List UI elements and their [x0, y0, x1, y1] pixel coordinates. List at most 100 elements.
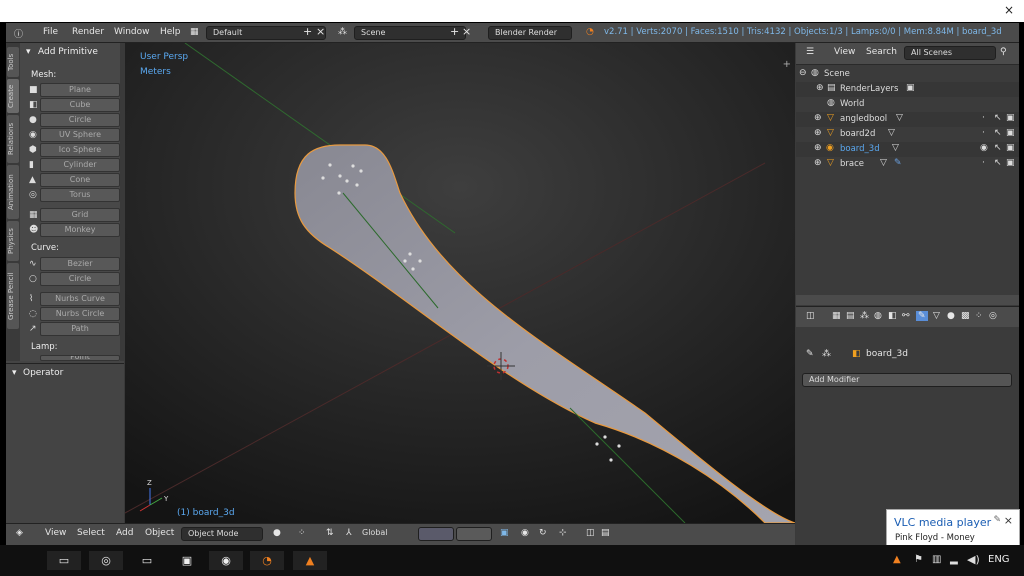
scene-tab-icon[interactable]: ⁂: [860, 311, 869, 321]
expand-icon[interactable]: ⊕: [814, 158, 822, 168]
panel-title[interactable]: Add Primitive: [38, 47, 98, 57]
select-arrow-icon[interactable]: ↖: [994, 113, 1002, 123]
render-toggle-icon[interactable]: ▣: [1006, 128, 1015, 138]
expand-icon[interactable]: ⊕: [814, 143, 822, 153]
add-monkey-button[interactable]: Monkey: [40, 223, 120, 237]
add-modifier-select[interactable]: Add Modifier: [802, 373, 1012, 387]
operator-title[interactable]: Operator: [23, 368, 63, 378]
outliner-editor-icon[interactable]: ☰: [806, 47, 814, 57]
outliner-filter-select[interactable]: All Scenes: [904, 46, 996, 60]
chrome-icon[interactable]: ◎: [89, 551, 123, 570]
outliner-row[interactable]: ⊕ ▤ RenderLayers ▣: [796, 82, 1019, 97]
pivot-icon[interactable]: ⁘: [298, 528, 306, 538]
mode-select[interactable]: Object Mode: [181, 527, 263, 541]
tab-relations[interactable]: Relations: [7, 115, 19, 163]
info-editor-icon[interactable]: ⓘ: [14, 27, 23, 40]
render-toggle-icon[interactable]: ▣: [1006, 158, 1015, 168]
outliner-search-menu[interactable]: Search: [866, 47, 897, 57]
menu-add[interactable]: Add: [116, 528, 133, 538]
vlc-tray-icon[interactable]: ▲: [893, 554, 901, 565]
terminal-icon[interactable]: ▣: [170, 551, 204, 570]
tab-animation[interactable]: Animation: [7, 165, 19, 219]
material-tab-icon[interactable]: ●: [947, 311, 955, 321]
flag-tray-icon[interactable]: ⚑: [914, 554, 923, 565]
menu-render[interactable]: Render: [72, 27, 104, 37]
menu-select[interactable]: Select: [77, 528, 105, 538]
outliner-row[interactable]: ⊕ ▽ board2d ▽ · ↖ ▣: [796, 127, 1019, 142]
file-explorer-icon[interactable]: ▭: [47, 551, 81, 570]
settings-wrench-icon[interactable]: ✎: [993, 515, 1001, 525]
outliner-row[interactable]: ⊖ ◍ Scene: [796, 67, 1019, 82]
orientation-select[interactable]: Global: [356, 527, 412, 541]
visibility-icon[interactable]: ·: [982, 158, 985, 168]
tool-shelf-scrollbar[interactable]: [120, 43, 124, 361]
outliner-view-menu[interactable]: View: [834, 47, 855, 57]
expand-icon[interactable]: ⊕: [814, 128, 822, 138]
close-icon[interactable]: ×: [1004, 3, 1014, 17]
computer-icon[interactable]: ▭: [130, 551, 164, 570]
menu-window[interactable]: Window: [114, 27, 150, 37]
expand-icon[interactable]: ⊕: [816, 83, 824, 93]
proportional-edit-icon[interactable]: ◉: [521, 528, 529, 538]
outliner-scroll-strip[interactable]: [796, 295, 1019, 305]
shading-icon[interactable]: ●: [273, 528, 281, 538]
outliner-row[interactable]: ⊕ ▽ angledbool ▽ · ↖ ▣: [796, 112, 1019, 127]
modifiers-tab-icon[interactable]: ✎: [916, 311, 928, 321]
add-cylinder-button[interactable]: Cylinder: [40, 158, 120, 172]
layout-icon[interactable]: ▦: [190, 27, 199, 37]
eye-icon[interactable]: ◉: [980, 143, 988, 153]
render-toggle-icon[interactable]: ▣: [1006, 113, 1015, 123]
add-bezier-button[interactable]: Bezier: [40, 257, 120, 271]
tab-physics[interactable]: Physics: [7, 221, 19, 261]
add-cone-button[interactable]: Cone: [40, 173, 120, 187]
manipulator-icon[interactable]: ⇅: [326, 528, 334, 538]
add-path-button[interactable]: Path: [40, 322, 120, 336]
blender-taskbar-icon[interactable]: ◔: [250, 551, 284, 570]
lock-layers-icon[interactable]: ▣: [500, 528, 509, 538]
add-cube-button[interactable]: Cube: [40, 98, 120, 112]
layers-tab-icon[interactable]: ▤: [846, 311, 855, 321]
select-arrow-icon[interactable]: ↖: [994, 128, 1002, 138]
operator-collapse-icon[interactable]: ▾: [12, 368, 17, 378]
menu-object[interactable]: Object: [145, 528, 174, 538]
physics-tab-icon[interactable]: ◎: [989, 311, 997, 321]
expand-icon[interactable]: ⊕: [814, 113, 822, 123]
add-grid-button[interactable]: Grid: [40, 208, 120, 222]
tab-tools[interactable]: Tools: [7, 47, 19, 77]
add-uv-sphere-button[interactable]: UV Sphere: [40, 128, 120, 142]
search-icon[interactable]: ⚲: [1000, 47, 1007, 57]
vlc-taskbar-icon[interactable]: ▲: [293, 551, 327, 570]
layers-grid-1[interactable]: [418, 527, 454, 541]
outliner-row[interactable]: ◍ World: [796, 97, 1019, 112]
pin-icon[interactable]: ✎: [806, 349, 814, 359]
add-circle-button[interactable]: Circle: [40, 113, 120, 127]
select-arrow-icon[interactable]: ↖: [994, 143, 1002, 153]
add-curve-circle-button[interactable]: Circle: [40, 272, 120, 286]
add-point-lamp-button[interactable]: Point: [40, 355, 120, 361]
scene-icon[interactable]: ⁂: [338, 27, 347, 37]
data-tab-icon[interactable]: ▽: [933, 311, 940, 321]
network-icon[interactable]: ▂: [950, 554, 958, 565]
render-anim-icon[interactable]: ▤: [601, 528, 610, 538]
remove-scene-icon[interactable]: ×: [462, 25, 471, 38]
tab-create[interactable]: Create: [7, 79, 19, 113]
tab-grease-pencil[interactable]: Grease Pencil: [7, 263, 19, 329]
visibility-icon[interactable]: ·: [982, 128, 985, 138]
menu-view[interactable]: View: [45, 528, 66, 538]
vlc-notification[interactable]: VLC media player Pink Floyd - Money ✎ ×: [886, 509, 1020, 548]
remove-layout-icon[interactable]: ×: [316, 25, 325, 38]
steam-icon[interactable]: ◉: [209, 551, 243, 570]
render-tab-icon[interactable]: ▦: [832, 311, 841, 321]
add-torus-button[interactable]: Torus: [40, 188, 120, 202]
object-tab-icon[interactable]: ◧: [888, 311, 897, 321]
select-arrow-icon[interactable]: ↖: [994, 158, 1002, 168]
particles-tab-icon[interactable]: ⁘: [975, 311, 983, 321]
collapse-icon[interactable]: ⊖: [799, 68, 807, 78]
notification-close-icon[interactable]: ×: [1004, 514, 1013, 527]
language-indicator[interactable]: ENG: [988, 554, 1010, 565]
editor-type-icon[interactable]: ◈: [16, 528, 23, 538]
device-tray-icon[interactable]: ▥: [932, 554, 941, 565]
render-engine-select[interactable]: Blender Render: [488, 26, 572, 40]
visibility-icon[interactable]: ·: [982, 113, 985, 123]
add-nurbs-circle-button[interactable]: Nurbs Circle: [40, 307, 120, 321]
